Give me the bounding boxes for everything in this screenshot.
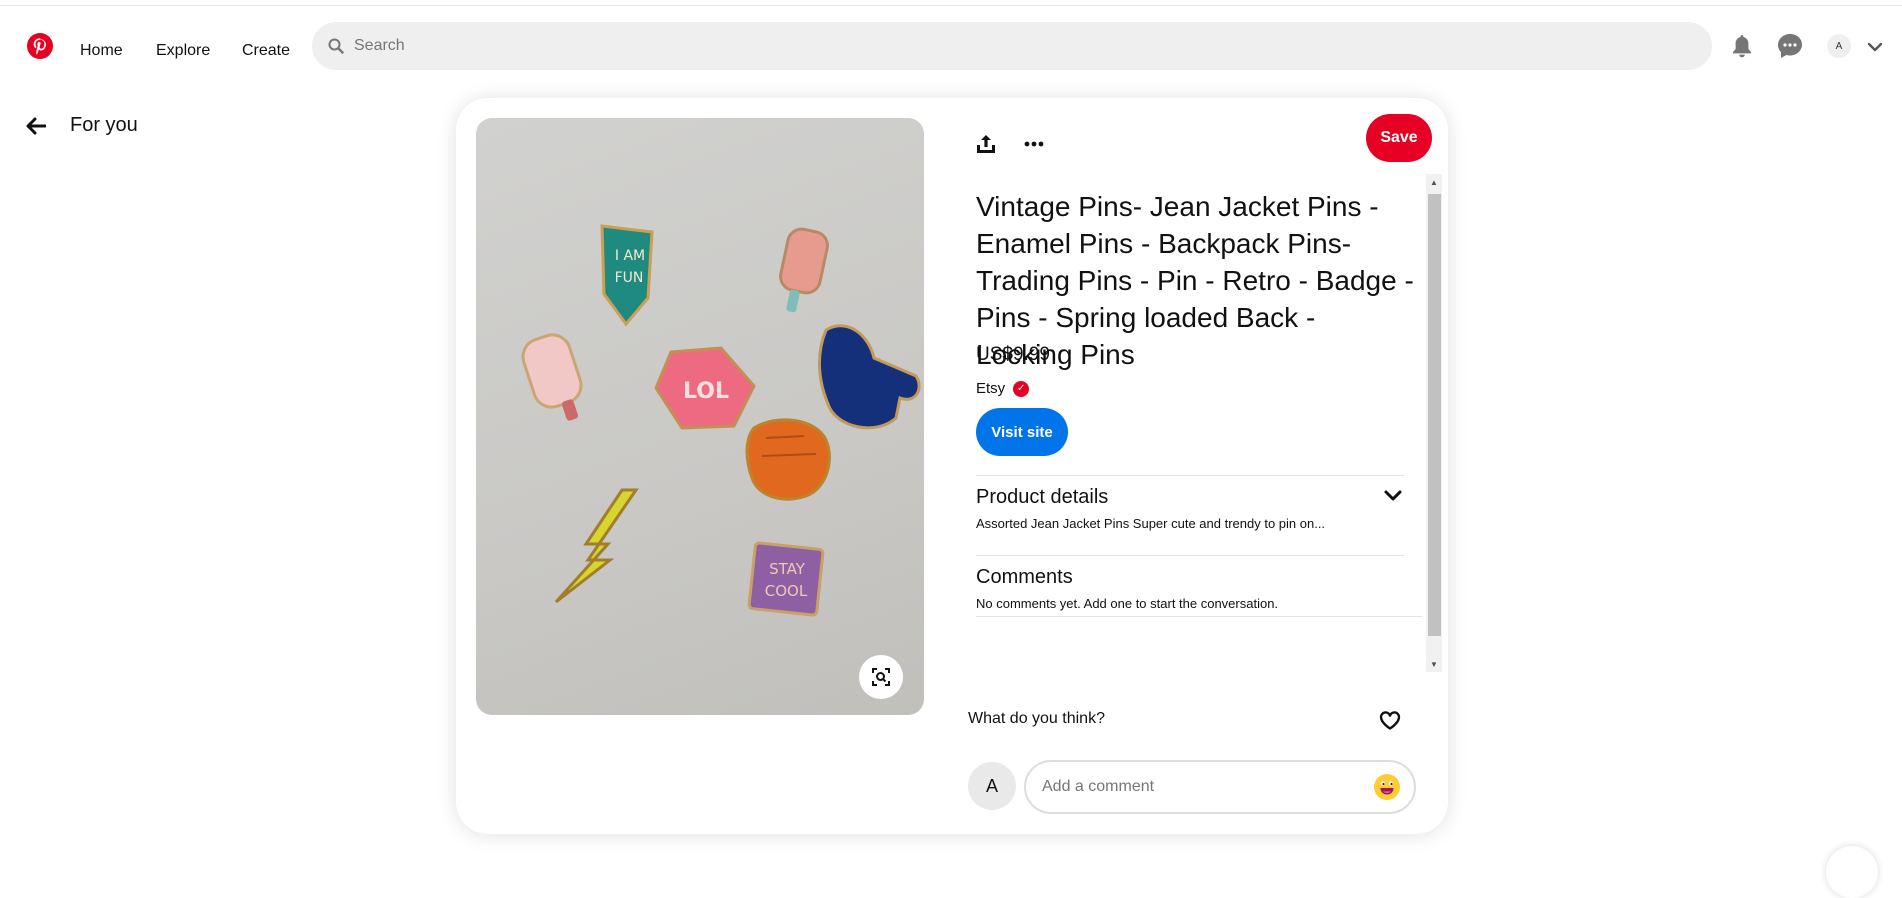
- messages-button[interactable]: [1772, 28, 1808, 64]
- pin-text-fun-1: I AM: [615, 248, 645, 264]
- popsicle-pin-white: [521, 333, 583, 421]
- pin-text-cool-1: STAY: [769, 560, 806, 578]
- pin-text-lol: LOL: [683, 379, 729, 404]
- i-am-fun-pin: I AM FUN: [600, 224, 654, 327]
- scroll-up-arrow[interactable]: ▲: [1426, 174, 1442, 190]
- commenter-avatar: A: [968, 762, 1016, 810]
- details-scrollbar[interactable]: ▲ ▼: [1426, 174, 1442, 672]
- product-details-title[interactable]: Product details: [976, 486, 1108, 509]
- chevron-down-icon[interactable]: [1381, 484, 1405, 508]
- help-button[interactable]: [1826, 846, 1878, 898]
- hang-loose-pin: [817, 324, 921, 430]
- enamel-pins-photo: I AM FUN LOL STAY COOL: [521, 224, 921, 617]
- product-details-summary: Assorted Jean Jacket Pins Super cute and…: [976, 516, 1326, 531]
- react-button[interactable]: [1376, 706, 1404, 734]
- divider: [976, 616, 1422, 617]
- visual-search-button[interactable]: [859, 655, 903, 699]
- more-icon: [1024, 141, 1044, 147]
- notifications-button[interactable]: [1724, 28, 1760, 64]
- visit-site-button[interactable]: Visit site: [976, 408, 1068, 456]
- more-options-button[interactable]: [1010, 120, 1058, 168]
- lens-icon: [872, 668, 890, 686]
- back-to-feed[interactable]: For you: [26, 114, 138, 137]
- comment-prompt: What do you think?: [968, 710, 1105, 727]
- scroll-down-arrow[interactable]: ▼: [1426, 656, 1442, 672]
- merchant-name: Etsy: [976, 380, 1006, 397]
- pin-card: I AM FUN LOL STAY COOL Save Vintage Pins…: [456, 98, 1448, 834]
- profile-avatar[interactable]: A: [1827, 34, 1851, 58]
- scroll-thumb[interactable]: [1428, 194, 1441, 636]
- bell-icon: [1733, 35, 1751, 58]
- search-input[interactable]: [354, 37, 1654, 55]
- nav-explore[interactable]: Explore: [156, 30, 210, 74]
- save-button[interactable]: Save: [1366, 114, 1432, 162]
- divider: [976, 555, 1404, 556]
- search-icon: [328, 38, 344, 54]
- merchant-row[interactable]: Etsy ✓: [976, 380, 1030, 397]
- pin-image[interactable]: I AM FUN LOL STAY COOL: [476, 118, 924, 715]
- top-header: Home Explore Create A: [0, 6, 1902, 86]
- pinterest-logo-icon[interactable]: [27, 33, 53, 59]
- comments-title: Comments: [976, 566, 1073, 588]
- lightning-pin: [554, 488, 639, 604]
- arrow-left-icon: [26, 117, 46, 134]
- pin-price: US$9.99: [976, 344, 1050, 365]
- share-icon: [977, 135, 995, 153]
- share-button[interactable]: [962, 120, 1010, 168]
- pin-text-cool-2: COOL: [765, 582, 808, 600]
- pin-text-fun-2: FUN: [615, 270, 644, 286]
- stay-cool-pin: STAY COOL: [747, 541, 825, 617]
- chat-icon: [1778, 34, 1802, 58]
- emoji-icon[interactable]: [1374, 774, 1400, 800]
- nav-create[interactable]: Create: [242, 30, 290, 74]
- lol-pin: LOL: [654, 346, 756, 430]
- heart-icon: [1379, 711, 1401, 730]
- divider: [976, 475, 1404, 476]
- comment-field[interactable]: [1024, 760, 1416, 814]
- popsicle-pin-pink: [779, 227, 829, 313]
- search-bar[interactable]: [312, 22, 1712, 70]
- nav-home[interactable]: Home: [80, 30, 123, 74]
- pin-details-scroll[interactable]: Vintage Pins- Jean Jacket Pins - Enamel …: [976, 174, 1422, 672]
- verified-icon: ✓: [1013, 380, 1030, 397]
- comments-empty-text: No comments yet. Add one to start the co…: [976, 596, 1279, 611]
- comment-input[interactable]: [1042, 778, 1362, 796]
- fist-pin: [745, 418, 831, 501]
- back-label: For you: [70, 114, 138, 136]
- chevron-down-icon[interactable]: [1864, 38, 1886, 56]
